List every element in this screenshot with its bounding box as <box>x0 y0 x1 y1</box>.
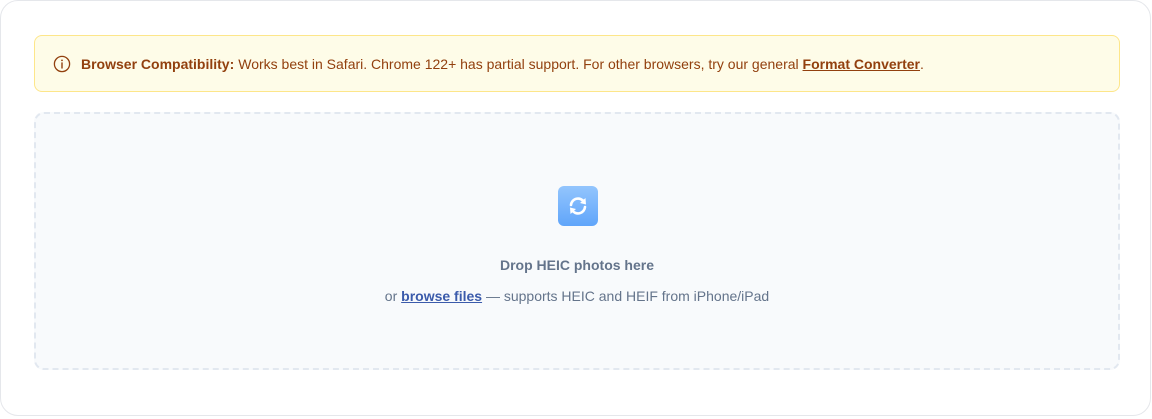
compatibility-alert: Browser Compatibility: Works best in Saf… <box>34 35 1120 92</box>
convert-arrows-icon <box>558 186 598 226</box>
dropzone-prefix: or <box>384 288 398 304</box>
dropzone-suffix: — supports HEIC and HEIF from iPhone/iPa… <box>485 288 770 304</box>
dropzone-title: Drop HEIC photos here <box>499 257 654 273</box>
alert-suffix: . <box>920 55 924 72</box>
info-circle-icon <box>53 55 71 73</box>
browse-files-link[interactable]: browse files <box>401 288 482 304</box>
format-converter-link[interactable]: Format Converter <box>803 56 920 72</box>
dropzone-subtitle: or browse files — supports HEIC and HEIF… <box>36 288 1118 304</box>
alert-title: Browser Compatibility: <box>81 55 235 72</box>
heic-dropzone[interactable]: Drop HEIC photos here or browse files — … <box>34 112 1120 370</box>
alert-message: Works best in Safari. Chrome 122+ has pa… <box>238 55 799 72</box>
converter-card: Browser Compatibility: Works best in Saf… <box>0 0 1151 416</box>
